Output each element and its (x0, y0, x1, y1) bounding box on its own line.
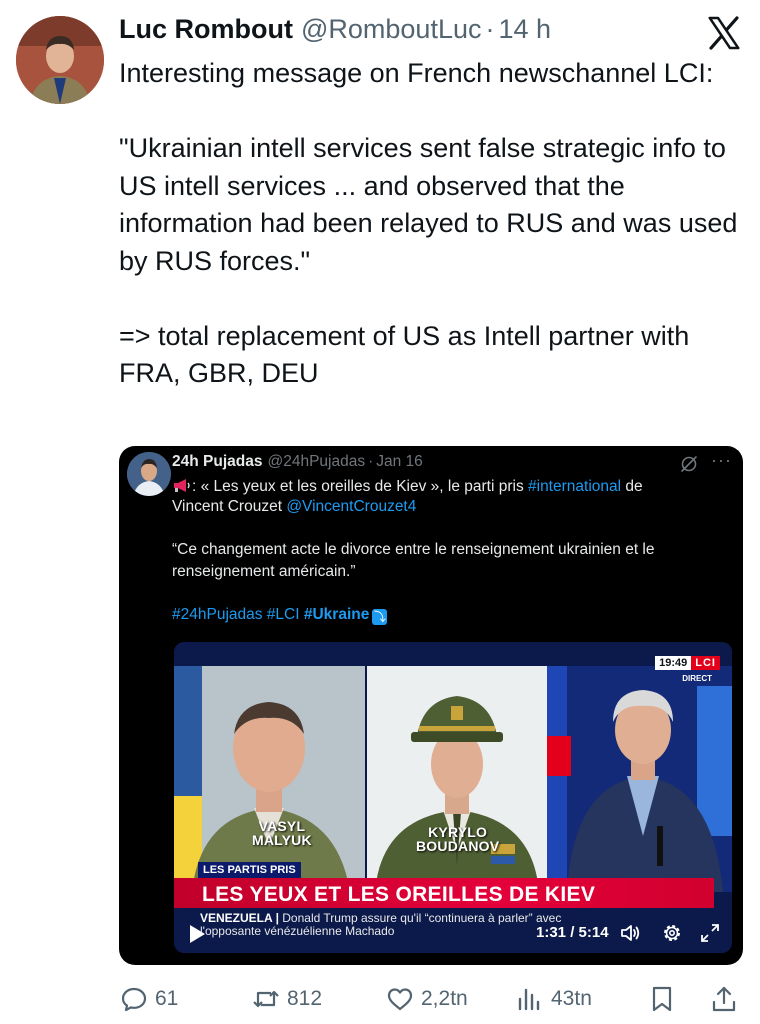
reply-button[interactable]: 61 (119, 980, 178, 1018)
hashtag-international[interactable]: #international (528, 478, 621, 495)
embedded-author-handle[interactable]: @24hPujadas (267, 453, 365, 471)
bookmark-button[interactable] (647, 980, 677, 1018)
caption-name-left: VASYL MALYUK (252, 819, 312, 847)
embedded-header: 24h Pujadas @24hPujadas · Jan 16 (172, 453, 423, 471)
like-button[interactable]: 2,2tn (385, 980, 468, 1018)
playback-time: 1:31 / 5:14 (536, 924, 609, 941)
embedded-text-1-end: de (621, 478, 643, 495)
news-ticker: VENEZUELA | Donald Trump assure qu'il “c… (200, 912, 561, 938)
header-separator: · (485, 14, 495, 44)
repost-button[interactable]: 812 (251, 980, 322, 1018)
ticker-line-1: Donald Trump assure qu'il “continuera à … (278, 911, 562, 925)
caption-name-middle: KYRYLO BOUDANOV (416, 825, 499, 853)
play-icon[interactable] (188, 924, 206, 944)
embedded-text-line-2: Vincent Crouzet @VincentCrouzet4 (172, 498, 416, 516)
like-heart-icon (385, 984, 415, 1014)
caption-left-line-1: VASYL (258, 818, 306, 834)
hashtags-pujadas-lci[interactable]: #24hPujadas #LCI (172, 606, 304, 623)
embedded-text-1: : « Les yeux et les oreilles de Kiev », … (192, 478, 528, 495)
video-player[interactable]: VASYL MALYUK KYRYLO BOUDANOV 19:49 LCI D… (174, 642, 732, 953)
video-headline: LES YEUX ET LES OREILLES DE KIEV (202, 883, 596, 906)
bookmark-icon (647, 984, 677, 1014)
views-button[interactable]: 43tn (515, 980, 592, 1018)
caption-middle-line-2: BOUDANOV (416, 838, 500, 854)
embedded-date[interactable]: Jan 16 (376, 453, 423, 471)
embedded-post-card[interactable]: 24h Pujadas @24hPujadas · Jan 16 ··· : «… (119, 446, 743, 965)
repost-count: 812 (287, 987, 323, 1010)
video-panel-middle (367, 666, 547, 892)
views-icon (515, 984, 545, 1014)
lower-third-banner: LES YEUX ET LES OREILLES DE KIEV (174, 878, 714, 908)
author-handle[interactable]: @RomboutLuc (301, 14, 482, 45)
embedded-quote-line-2: renseignement américain.” (172, 563, 356, 580)
embedded-separator: · (368, 453, 374, 470)
ticker-label: VENEZUELA | (200, 911, 279, 925)
video-panel-left (174, 666, 365, 892)
views-count: 43tn (551, 987, 592, 1010)
live-label: DIRECT (682, 674, 712, 683)
reply-icon (119, 984, 149, 1014)
embedded-text-line-1: : « Les yeux et les oreilles de Kiev », … (172, 478, 643, 496)
reply-count: 61 (155, 987, 179, 1010)
repost-icon (251, 984, 281, 1014)
post-text: Interesting message on French newschanne… (119, 58, 738, 388)
embedded-author-avatar[interactable] (127, 452, 171, 496)
post-time[interactable]: 14 h (498, 14, 551, 45)
segment-tag: LES PARTIS PRIS (198, 862, 301, 878)
fullscreen-icon[interactable] (700, 923, 720, 943)
ticker-line-2: l'opposante vénézuélienne Machado (200, 924, 395, 938)
like-count: 2,2tn (421, 987, 468, 1010)
grok-icon[interactable] (679, 454, 699, 474)
share-icon (709, 984, 739, 1014)
caption-middle-line-1: KYRYLO (428, 824, 488, 840)
lci-bug: 19:49 LCI (655, 656, 720, 670)
settings-gear-icon[interactable] (661, 922, 683, 944)
caption-left-line-2: MALYUK (252, 832, 312, 848)
x-logo-icon[interactable] (705, 14, 743, 52)
embedded-hashtags: #24hPujadas #LCI #Ukraine ⤵ (172, 606, 388, 625)
arrow-down-icon: ⤵ (372, 609, 388, 625)
megaphone-icon (172, 478, 192, 493)
embedded-text-2: Vincent Crouzet (172, 498, 287, 515)
embedded-author-name[interactable]: 24h Pujadas (172, 453, 262, 471)
author-name[interactable]: Luc Rombout (119, 14, 293, 45)
share-button[interactable] (709, 980, 739, 1018)
lci-logo: LCI (691, 656, 720, 670)
action-bar: 61 812 2,2tn 43tn (119, 980, 743, 1020)
more-options-icon[interactable]: ··· (711, 450, 732, 471)
post-header: Luc Rombout @RomboutLuc · 14 h (119, 14, 551, 50)
volume-icon[interactable] (619, 922, 641, 944)
author-avatar[interactable] (16, 16, 104, 104)
mention-vincentcrouzet[interactable]: @VincentCrouzet4 (286, 498, 416, 515)
hashtag-ukraine[interactable]: #Ukraine (304, 606, 369, 623)
embedded-quote-line-1: “Ce changement acte le divorce entre le … (172, 541, 655, 558)
video-panel-right (547, 666, 732, 892)
broadcast-clock: 19:49 (655, 656, 692, 670)
